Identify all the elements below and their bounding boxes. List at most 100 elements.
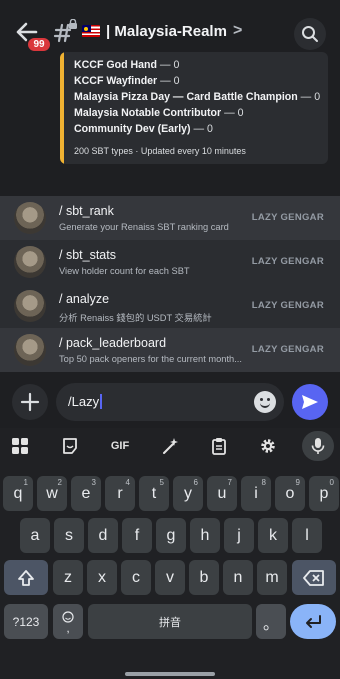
bot-avatar — [14, 290, 46, 322]
bot-avatar — [14, 334, 46, 366]
embed-line: Malaysia Pizza Day — Card Battle Champio… — [74, 89, 320, 105]
command-name: / analyze — [59, 292, 110, 306]
shift-key[interactable] — [4, 560, 48, 595]
embed-line: Community Dev (Early) — 0 — [74, 121, 320, 137]
text-caret — [100, 394, 102, 409]
search-button[interactable] — [294, 18, 326, 50]
shift-icon — [18, 569, 34, 586]
command-description: Top 50 pack openers for the current mont… — [59, 354, 242, 364]
slash-command-item[interactable]: / pack_leaderboard Top 50 pack openers fo… — [0, 328, 340, 372]
plus-icon — [20, 392, 40, 412]
key-b[interactable]: b — [189, 560, 219, 595]
command-name: / sbt_rank — [59, 204, 114, 218]
channel-name: | Malaysia-Realm — [106, 22, 227, 40]
command-app-name: LAZY GENGAR — [251, 344, 324, 355]
emoji-icon[interactable] — [254, 391, 276, 413]
key-i[interactable]: i8 — [241, 476, 271, 511]
chevron-right-icon: > — [232, 22, 243, 39]
key-l[interactable]: l — [292, 518, 322, 553]
key-z[interactable]: z — [53, 560, 83, 595]
key-label: w — [46, 484, 58, 502]
slash-command-item[interactable]: / sbt_stats View holder count for each SB… — [0, 240, 340, 284]
command-app-name: LAZY GENGAR — [251, 212, 324, 223]
key-d[interactable]: d — [88, 518, 118, 553]
slash-command-list: / sbt_rank Generate your Renaiss SBT rank… — [0, 196, 340, 372]
period-key[interactable]: 。 — [256, 604, 286, 639]
gesture-nav-handle[interactable] — [125, 672, 215, 676]
key-x[interactable]: x — [87, 560, 117, 595]
key-number-hint: 6 — [193, 478, 198, 487]
sbt-count: — 0 — [157, 75, 180, 87]
sticker-icon[interactable] — [60, 436, 80, 456]
locked-channel-hash-icon — [52, 18, 78, 45]
command-description: View holder count for each SBT — [59, 266, 190, 276]
key-s[interactable]: s — [54, 518, 84, 553]
gear-icon[interactable] — [258, 436, 278, 456]
key-v[interactable]: v — [155, 560, 185, 595]
slash-command-item[interactable]: / sbt_rank Generate your Renaiss SBT rank… — [0, 196, 340, 240]
key-label: i — [254, 484, 258, 502]
bot-avatar — [14, 246, 46, 278]
key-q[interactable]: q1 — [3, 476, 33, 511]
key-g[interactable]: g — [156, 518, 186, 553]
embed-footer: 200 SBT types · Updated every 10 minutes — [74, 146, 246, 156]
symbols-key[interactable]: ?123 — [4, 604, 48, 639]
key-k[interactable]: k — [258, 518, 288, 553]
command-app-name: LAZY GENGAR — [251, 256, 324, 267]
key-p[interactable]: p0 — [309, 476, 339, 511]
sbt-name: Malaysia Pizza Day — Card Battle Champio… — [74, 91, 298, 103]
key-j[interactable]: j — [224, 518, 254, 553]
message-input[interactable]: /Lazy — [56, 383, 284, 421]
key-label: p — [319, 484, 329, 502]
embed-line: KCCF God Hand — 0 — [74, 57, 320, 73]
key-h[interactable]: h — [190, 518, 220, 553]
message-composer: /Lazy — [0, 372, 340, 428]
key-number-hint: 3 — [91, 478, 96, 487]
emoji-comma-key[interactable]: , — [53, 604, 83, 639]
key-number-hint: 0 — [329, 478, 334, 487]
key-c[interactable]: c — [121, 560, 151, 595]
slash-command-item[interactable]: / analyze 分析 Renaiss 錢包的 USDT 交易統計 LAZY GE… — [0, 284, 340, 328]
sbt-count: — 0 — [190, 123, 213, 135]
backspace-key[interactable] — [292, 560, 336, 595]
space-key[interactable]: 拼音 — [88, 604, 252, 639]
apps-grid-icon[interactable] — [10, 436, 30, 456]
key-a[interactable]: a — [20, 518, 50, 553]
key-number-hint: 5 — [159, 478, 164, 487]
key-label: r — [117, 484, 123, 502]
mic-icon[interactable] — [308, 436, 328, 456]
key-u[interactable]: u7 — [207, 476, 237, 511]
key-e[interactable]: e3 — [71, 476, 101, 511]
sbt-name: Community Dev (Early) — [74, 123, 191, 135]
key-n[interactable]: n — [223, 560, 253, 595]
notification-badge: 99 — [26, 36, 52, 53]
send-button[interactable] — [292, 384, 328, 420]
sbt-count: — 0 — [221, 107, 244, 119]
sbt-name: Malaysia Notable Contributor — [74, 107, 222, 119]
magic-edit-icon[interactable] — [160, 436, 180, 456]
on-screen-keyboard: GIF q1w2e3r4t5y6u7i8o9p0asdfghjklzxcvbnm… — [0, 428, 340, 679]
sbt-stats-embed: KCCF God Hand — 0 KCCF Wayfinder — 0 Malay… — [60, 52, 328, 164]
key-m[interactable]: m — [257, 560, 287, 595]
sbt-name: KCCF Wayfinder — [74, 75, 158, 87]
sbt-count: — 0 — [156, 59, 180, 71]
key-label: u — [217, 484, 227, 502]
key-y[interactable]: y6 — [173, 476, 203, 511]
comma-label: , — [66, 620, 70, 635]
enter-icon — [306, 614, 321, 628]
sbt-name: KCCF God Hand — [74, 59, 157, 71]
key-number-hint: 4 — [125, 478, 130, 487]
key-r[interactable]: r4 — [105, 476, 135, 511]
key-t[interactable]: t5 — [139, 476, 169, 511]
key-label: o — [285, 484, 295, 502]
search-icon — [302, 26, 318, 42]
key-label: y — [184, 484, 192, 502]
clipboard-icon[interactable] — [209, 436, 229, 456]
key-w[interactable]: w2 — [37, 476, 67, 511]
enter-key[interactable] — [290, 604, 336, 639]
key-o[interactable]: o9 — [275, 476, 305, 511]
channel-title[interactable]: | Malaysia-Realm > — [82, 22, 242, 40]
gif-button[interactable]: GIF — [110, 436, 130, 456]
add-attachment-button[interactable] — [12, 384, 48, 420]
key-f[interactable]: f — [122, 518, 152, 553]
